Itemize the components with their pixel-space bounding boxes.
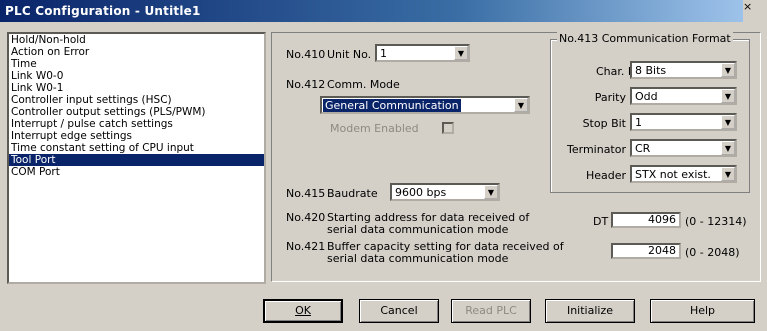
dt-label: DT [593, 215, 609, 228]
comm-mode-label: Comm. Mode [327, 78, 400, 91]
parity-label: Parity [594, 91, 626, 104]
start-address-label-line2: serial data communication mode [327, 223, 509, 236]
list-item[interactable]: Action on Error [9, 46, 264, 58]
baudrate-value: 9600 bps [395, 186, 447, 199]
modem-enabled-checkbox[interactable] [442, 122, 454, 134]
list-item[interactable]: Link W0-0 [9, 70, 264, 82]
baudrate-select[interactable]: 9600 bps ▼ [390, 183, 500, 201]
communication-format-title: No.413 Communication Format [557, 32, 733, 45]
initialize-button[interactable]: Initialize [545, 299, 635, 323]
parity-value: Odd [635, 90, 658, 103]
title-bar-right: × [743, 0, 767, 22]
buffer-capacity-range: (0 - 2048) [685, 246, 740, 259]
stop-bit-label: Stop Bit [582, 117, 626, 130]
chevron-down-icon[interactable]: ▼ [721, 141, 735, 155]
read-plc-button[interactable]: Read PLC [451, 299, 531, 323]
window-title: PLC Configuration - Untitle1 [5, 4, 201, 18]
terminator-label: Terminator [567, 143, 626, 156]
start-address-range: (0 - 12314) [685, 215, 747, 228]
chevron-down-icon[interactable]: ▼ [484, 185, 498, 199]
unit-no-select[interactable]: 1 ▼ [375, 44, 470, 62]
char-bit-label: Char. Bit [596, 65, 643, 78]
list-item[interactable]: Tool Port [9, 154, 264, 166]
close-icon[interactable]: × [743, 0, 752, 13]
list-item[interactable]: Time constant setting of CPU input [9, 142, 264, 154]
stop-bit-select[interactable]: 1 ▼ [630, 113, 737, 131]
help-button[interactable]: Help [650, 299, 755, 323]
list-item[interactable]: Time [9, 58, 264, 70]
parity-select[interactable]: Odd ▼ [630, 87, 737, 105]
list-item[interactable]: Controller output settings (PLS/PWM) [9, 106, 264, 118]
terminator-select[interactable]: CR ▼ [630, 139, 737, 157]
no421-label: No.421 [286, 240, 326, 253]
header-value: STX not exist. [635, 168, 711, 181]
title-bar: PLC Configuration - Untitle1 [0, 0, 767, 22]
list-item[interactable]: COM Port [9, 166, 264, 178]
chevron-down-icon[interactable]: ▼ [514, 98, 528, 112]
chevron-down-icon[interactable]: ▼ [721, 167, 735, 181]
list-item[interactable]: Interrupt / pulse catch settings [9, 118, 264, 130]
buffer-capacity-input[interactable]: 2048 [611, 243, 681, 259]
no415-label: No.415 [286, 187, 326, 200]
start-address-input[interactable]: 4096 [611, 212, 681, 228]
chevron-down-icon[interactable]: ▼ [454, 46, 468, 60]
chevron-down-icon[interactable]: ▼ [721, 89, 735, 103]
ok-button[interactable]: OK [263, 299, 343, 323]
chevron-down-icon[interactable]: ▼ [721, 115, 735, 129]
chevron-down-icon[interactable]: ▼ [721, 63, 735, 77]
terminator-value: CR [635, 142, 651, 155]
header-label: Header [585, 169, 626, 182]
comm-mode-select[interactable]: General Communication ▼ [320, 96, 530, 114]
stop-bit-value: 1 [635, 116, 642, 129]
list-item[interactable]: Controller input settings (HSC) [9, 94, 264, 106]
baudrate-label: Baudrate [327, 187, 378, 200]
list-item[interactable]: Hold/Non-hold [9, 34, 264, 46]
cancel-button[interactable]: Cancel [359, 299, 439, 323]
header-select[interactable]: STX not exist. ▼ [630, 165, 737, 183]
buffer-capacity-label-line2: serial data communication mode [327, 252, 509, 265]
unit-no-label: Unit No. [327, 48, 372, 61]
char-bit-value: 8 Bits [635, 64, 667, 77]
no410-label: No.410 [286, 48, 326, 61]
char-bit-select[interactable]: 8 Bits ▼ [630, 61, 737, 79]
no412-label: No.412 [286, 78, 326, 91]
settings-list[interactable]: Hold/Non-hold Action on Error Time Link W0-… [7, 32, 266, 284]
no420-label: No.420 [286, 211, 326, 224]
unit-no-value: 1 [380, 47, 387, 60]
list-item[interactable]: Interrupt edge settings [9, 130, 264, 142]
modem-enabled-label: Modem Enabled [330, 122, 419, 135]
list-item[interactable]: Link W0-1 [9, 82, 264, 94]
comm-mode-value: General Communication [323, 99, 461, 112]
